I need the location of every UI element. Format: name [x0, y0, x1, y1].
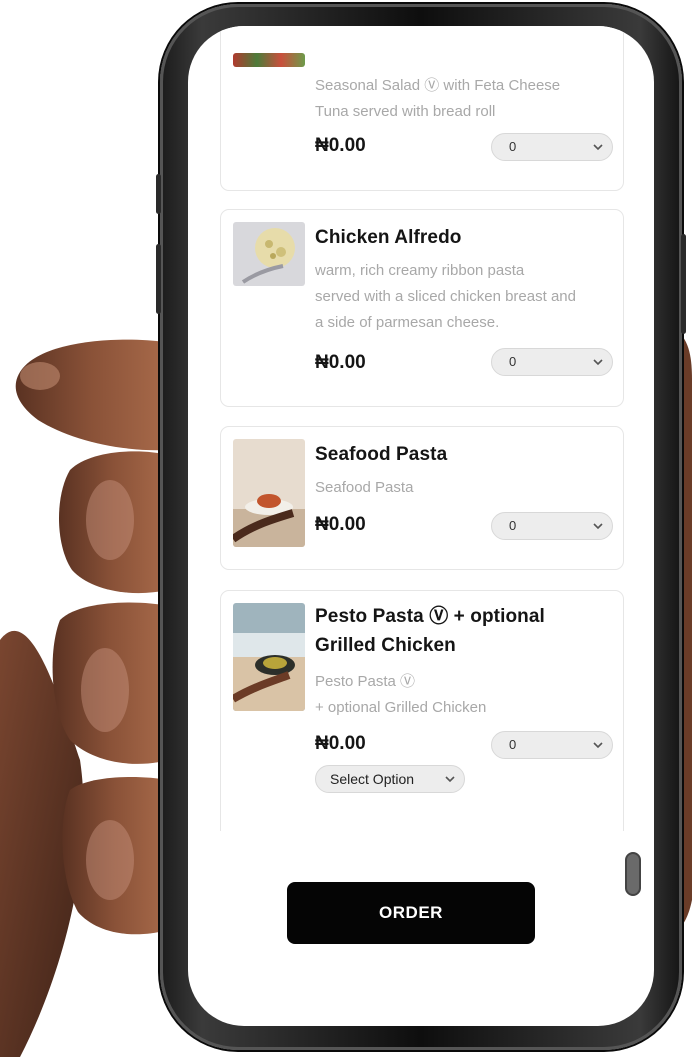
item-name: Chicken Alfredo [315, 227, 462, 248]
chevron-down-icon [593, 742, 603, 749]
option-select[interactable]: Select Option [315, 765, 465, 793]
menu-item-card: Seasonal Salad Ⓥ with Feta Cheese Tuna s… [220, 26, 624, 191]
item-name: Seafood Pasta [315, 444, 448, 465]
phone-screen: Seasonal Salad Ⓥ with Feta Cheese Tuna s… [188, 26, 654, 1026]
chevron-down-icon [593, 359, 603, 366]
item-thumbnail [233, 603, 305, 711]
quantity-select[interactable]: 0 [491, 512, 613, 540]
item-thumbnail [233, 53, 305, 67]
item-thumbnail [233, 439, 305, 547]
volume-up-button [156, 244, 161, 314]
menu-item-card: Pesto Pasta Ⓥ + optional Grilled Chicken… [220, 590, 624, 831]
menu-item-card: Chicken Alfredo warm, rich creamy ribbon… [220, 209, 624, 407]
quantity-select[interactable]: 0 [491, 731, 613, 759]
item-price: ₦0.00 [315, 135, 366, 156]
quantity-select[interactable]: 0 [491, 348, 613, 376]
menu-item-card: Seafood Pasta Seafood Pasta ₦0.00 0 [220, 426, 624, 570]
scroll-handle-icon[interactable] [625, 852, 641, 896]
item-description: Pesto Pasta Ⓥ + optional Grilled Chicken [315, 673, 487, 716]
item-description: warm, rich creamy ribbon pasta served wi… [315, 262, 576, 331]
item-description: Seasonal Salad Ⓥ with Feta Cheese Tuna s… [315, 77, 561, 120]
item-price: ₦0.00 [315, 514, 366, 535]
power-button [681, 234, 686, 334]
chevron-down-icon [593, 523, 603, 530]
menu-list[interactable]: Seasonal Salad Ⓥ with Feta Cheese Tuna s… [218, 26, 628, 831]
item-price: ₦0.00 [315, 352, 366, 373]
item-price: ₦0.00 [315, 733, 366, 754]
chevron-down-icon [593, 144, 603, 151]
order-button[interactable]: ORDER [287, 882, 535, 944]
item-description: Seafood Pasta [315, 479, 414, 496]
chevron-down-icon [445, 776, 455, 783]
quantity-select[interactable]: 0 [491, 133, 613, 161]
item-thumbnail [233, 222, 305, 286]
item-name: Pesto Pasta Ⓥ + optional Grilled Chicken [315, 606, 545, 656]
mute-switch [156, 174, 161, 214]
